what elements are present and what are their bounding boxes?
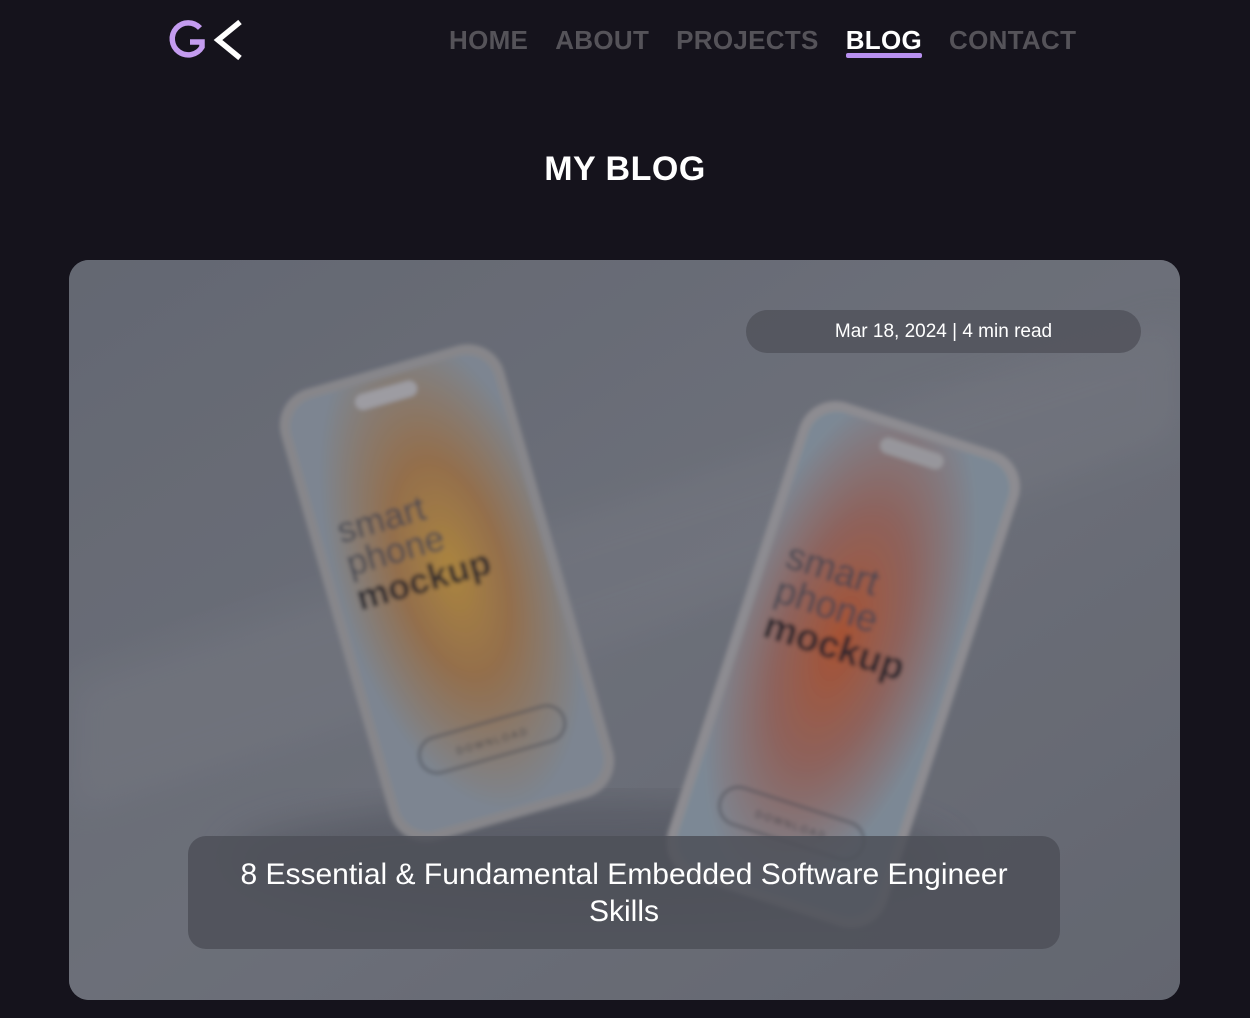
main-nav: HOME ABOUT PROJECTS BLOG CONTACT <box>449 24 1076 58</box>
logo-letter-k <box>213 19 242 61</box>
logo-letter-g <box>169 20 205 58</box>
nav-blog-link[interactable]: BLOG <box>845 24 923 58</box>
page-title: MY BLOG <box>544 150 706 188</box>
nav-about-link[interactable]: ABOUT <box>555 24 649 56</box>
site-logo[interactable] <box>168 18 244 62</box>
nav-contact-link[interactable]: CONTACT <box>949 24 1076 56</box>
nav-home-link[interactable]: HOME <box>449 24 528 56</box>
post-title[interactable]: 8 Essential & Fundamental Embedded Softw… <box>208 856 1040 930</box>
post-title-box[interactable]: 8 Essential & Fundamental Embedded Softw… <box>188 836 1060 949</box>
site-header: HOME ABOUT PROJECTS BLOG CONTACT <box>0 0 1250 84</box>
blog-post-card[interactable]: smart phone mockup DOWNLOAD smart phone … <box>69 260 1180 1000</box>
nav-projects-link[interactable]: PROJECTS <box>676 24 819 56</box>
post-meta-badge: Mar 18, 2024 | 4 min read <box>746 310 1141 353</box>
